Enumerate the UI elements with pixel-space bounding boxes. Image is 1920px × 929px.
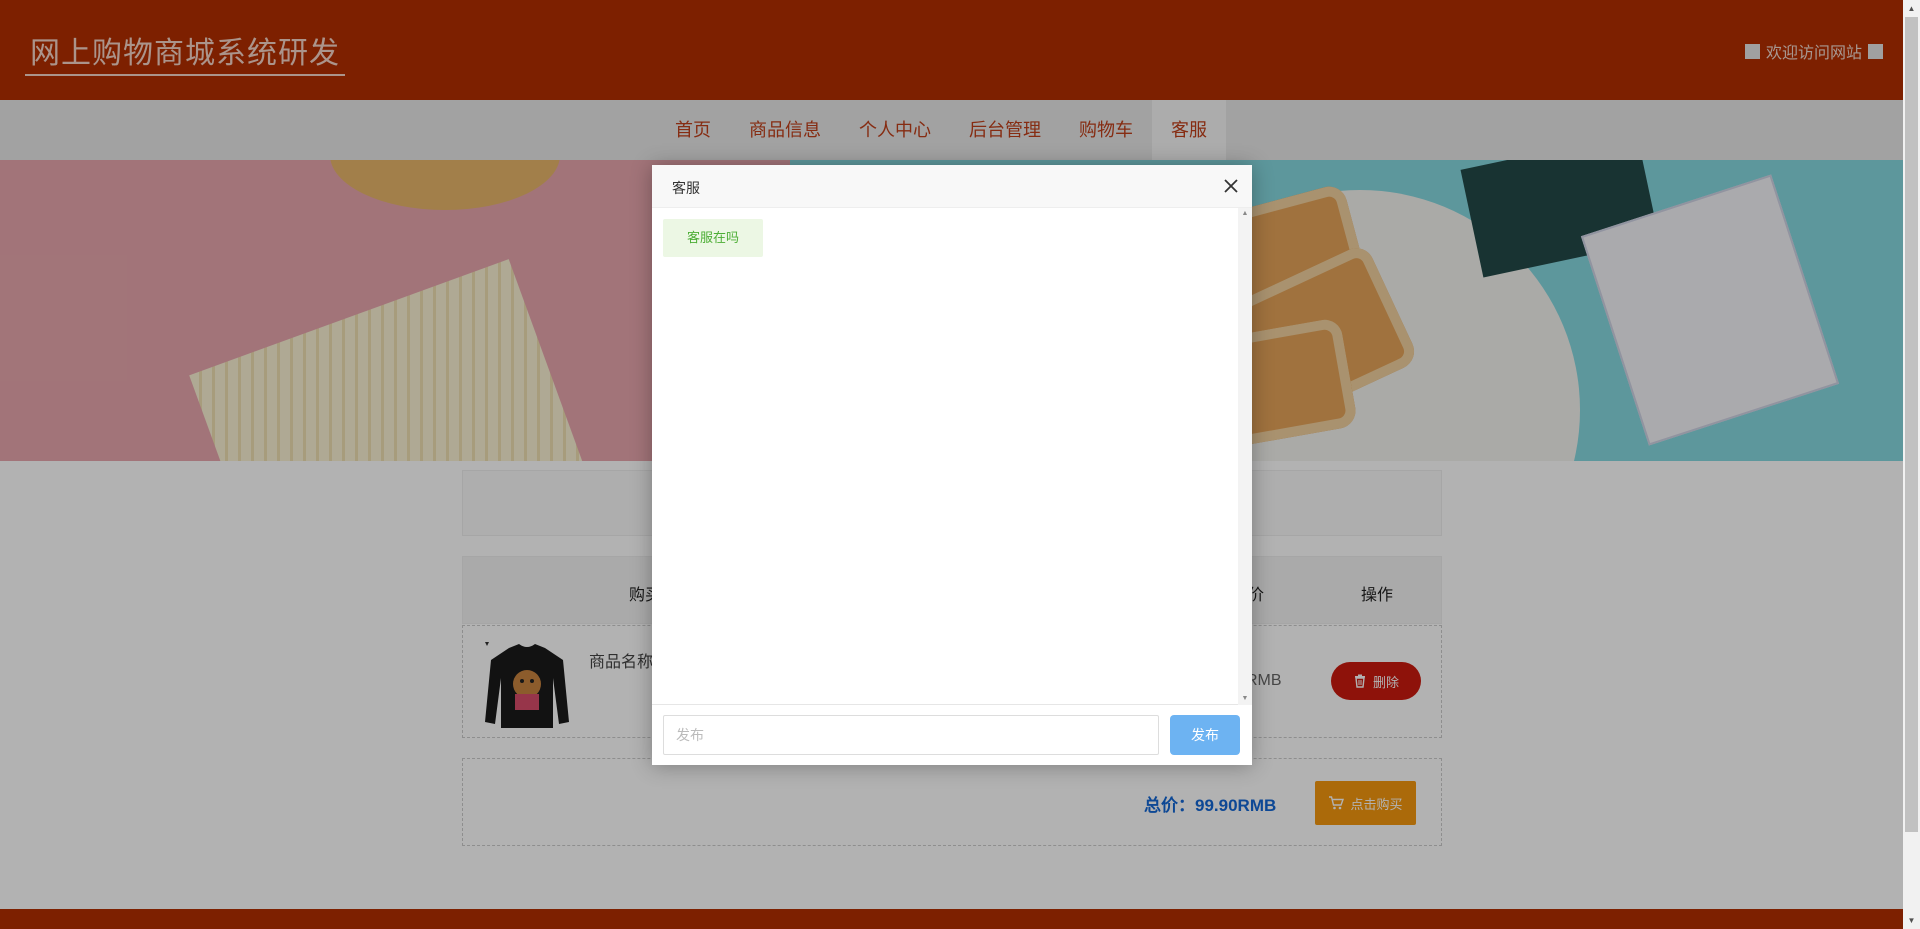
page-scrollbar[interactable]: ▲ ▼ [1903, 0, 1920, 929]
customer-service-dialog: 客服 客服在吗 ▲ ▼ 发布 [652, 165, 1252, 765]
close-icon[interactable] [1222, 177, 1240, 195]
chat-scroll-up-icon[interactable]: ▲ [1238, 208, 1252, 220]
scroll-down-arrow-icon[interactable]: ▼ [1903, 912, 1920, 929]
message-input[interactable] [663, 715, 1159, 755]
scroll-up-arrow-icon[interactable]: ▲ [1903, 0, 1920, 17]
dialog-header: 客服 [652, 165, 1252, 208]
scroll-thumb[interactable] [1905, 17, 1918, 832]
chat-message-area[interactable]: 客服在吗 ▲ ▼ [652, 208, 1252, 705]
chat-scrollbar[interactable]: ▲ ▼ [1238, 208, 1252, 705]
dialog-footer: 发布 [652, 705, 1252, 765]
chat-scroll-down-icon[interactable]: ▼ [1238, 693, 1252, 705]
chat-message: 客服在吗 [663, 219, 764, 257]
dialog-title: 客服 [672, 180, 700, 196]
send-button[interactable]: 发布 [1170, 715, 1240, 755]
